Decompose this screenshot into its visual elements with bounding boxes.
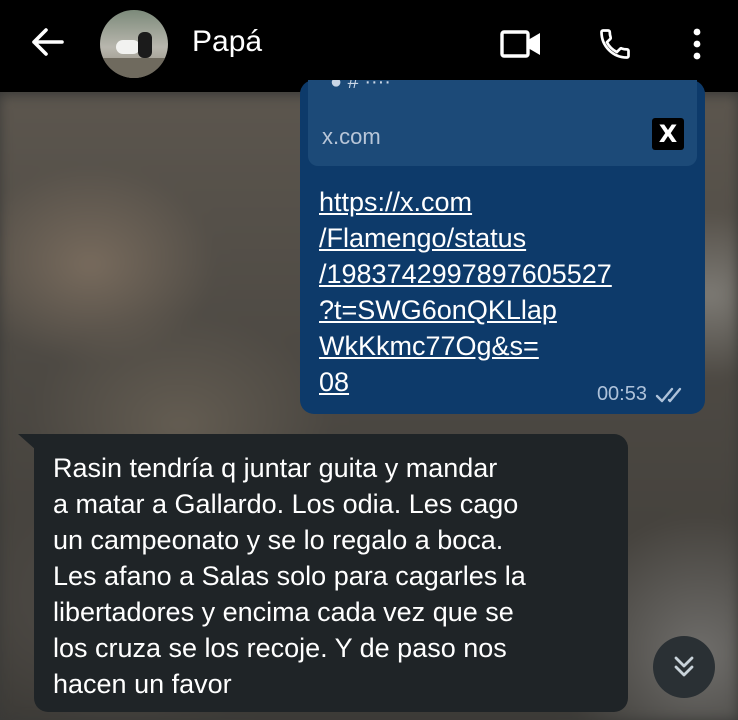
back-button[interactable] — [26, 24, 68, 60]
link-line[interactable]: /1983742997897605527 — [319, 256, 689, 292]
outgoing-message[interactable]: ● # ···· x.com X https://x.com /Flamengo… — [300, 80, 705, 414]
incoming-message[interactable]: Rasin tendría q juntar guita y mandar a … — [34, 434, 628, 712]
message-time: 00:53 — [596, 383, 647, 405]
message-line: libertadores y encima cada vez que se — [53, 597, 514, 627]
x-logo-icon: X — [652, 118, 684, 150]
message-meta: 00:53 — [597, 383, 687, 406]
message-line: a matar a Gallardo. Los odia. Les cago — [53, 489, 519, 519]
message-line: hacen un favor — [53, 669, 232, 699]
chat-header: Papá — [0, 0, 738, 92]
more-vertical-icon — [693, 28, 701, 60]
link-line[interactable]: https://x.com — [319, 184, 689, 220]
avatar[interactable] — [100, 10, 168, 78]
video-camera-icon — [500, 30, 540, 58]
double-chevron-down-icon — [674, 656, 694, 677]
voice-call-button[interactable] — [594, 24, 636, 64]
preview-domain: x.com — [322, 124, 381, 149]
link-line[interactable]: WkKkmc77Og&s= — [319, 328, 689, 364]
video-call-button[interactable] — [500, 24, 542, 64]
link-line[interactable]: /Flamengo/status — [319, 220, 689, 256]
more-options-button[interactable] — [676, 24, 718, 64]
message-line: Les afano a Salas solo para cagarles la — [53, 561, 526, 591]
message-link[interactable]: https://x.com /Flamengo/status /19837429… — [319, 184, 689, 400]
message-line: los cruza se los recoje. Y de paso nos — [53, 633, 507, 663]
message-line: un campeonato y se lo regalo a boca. — [53, 525, 504, 555]
arrow-left-icon — [32, 28, 64, 56]
message-text: Rasin tendría q juntar guita y mandar a … — [53, 450, 623, 702]
link-preview-card[interactable]: ● # ···· x.com X — [308, 80, 697, 166]
message-line: Rasin tendría q juntar guita y mandar — [53, 453, 498, 483]
contact-name[interactable]: Papá — [192, 24, 262, 60]
preview-cut-text: ● # ···· — [330, 80, 391, 92]
link-line[interactable]: ?t=SWG6onQKLlap — [319, 292, 689, 328]
scroll-to-bottom-button[interactable] — [653, 636, 715, 698]
phone-icon — [600, 29, 630, 59]
double-check-icon — [655, 387, 682, 402]
